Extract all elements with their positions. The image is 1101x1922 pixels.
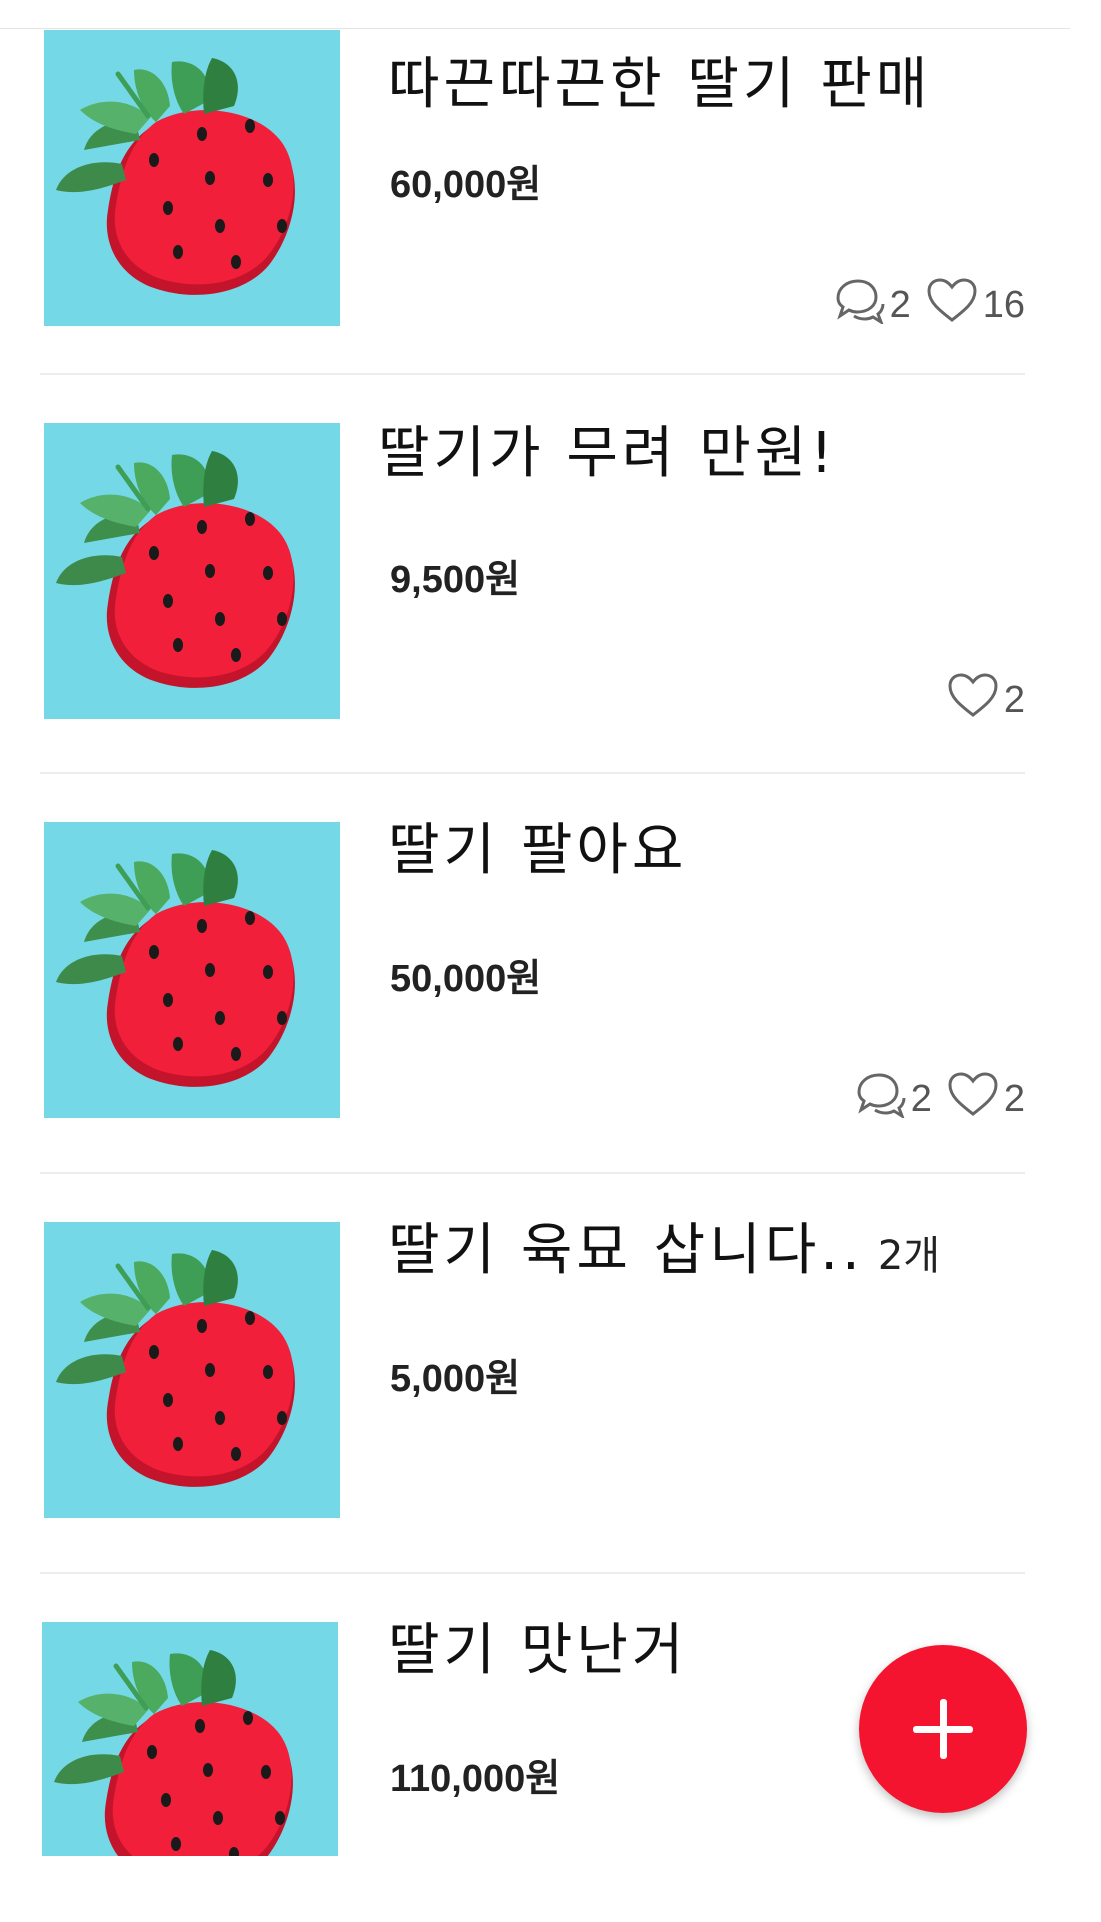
listing-stats: 2 2 <box>839 1072 1025 1124</box>
comment-icon <box>832 276 890 334</box>
strawberry-icon <box>44 423 340 719</box>
listing-item[interactable]: 딸기가 무려 만원! 9,500원 2 <box>40 421 1025 725</box>
like-count: 16 <box>925 276 1025 334</box>
listing-divider <box>40 1572 1025 1574</box>
strawberry-icon <box>44 822 340 1118</box>
comment-count: 2 <box>832 276 911 334</box>
listing-item[interactable]: 딸기 육묘 삽니다.. 2개 5,000원 <box>40 1218 1025 1522</box>
listing-price: 5,000원 <box>390 1358 521 1400</box>
listing-price: 60,000원 <box>390 164 542 206</box>
listing-thumbnail <box>44 822 340 1118</box>
listing-thumbnail <box>42 1622 338 1856</box>
heart-icon <box>925 276 983 334</box>
like-count: 2 <box>946 1070 1025 1128</box>
listing-thumbnail <box>44 1222 340 1518</box>
listing-price: 50,000원 <box>390 958 542 1000</box>
listing-title: 딸기 육묘 삽니다.. 2개 <box>388 1218 941 1283</box>
listing-divider <box>40 772 1025 774</box>
listing-divider <box>40 1172 1025 1174</box>
strawberry-icon <box>42 1622 338 1856</box>
listing-thumbnail <box>44 423 340 719</box>
listing-title: 딸기 팔아요 <box>388 818 688 883</box>
comment-count: 2 <box>853 1070 932 1128</box>
like-count: 2 <box>946 671 1025 729</box>
strawberry-icon <box>44 30 340 326</box>
listing-divider <box>40 373 1025 375</box>
listing-item[interactable]: 딸기 팔아요 50,000원 2 2 <box>40 818 1025 1124</box>
add-listing-button[interactable] <box>859 1645 1027 1813</box>
listing-stats: 2 16 <box>818 278 1025 330</box>
heart-icon <box>946 671 1004 729</box>
listing-price: 110,000원 <box>390 1758 561 1800</box>
listing-title: 딸기가 무려 만원! <box>378 421 837 486</box>
plus-icon <box>913 1699 973 1759</box>
heart-icon <box>946 1070 1004 1128</box>
listing-item[interactable]: 따끈따끈한 딸기 판매 60,000원 2 16 <box>40 30 1025 330</box>
comment-icon <box>853 1070 911 1128</box>
listing-thumbnail <box>44 30 340 326</box>
listing-title: 따끈따끈한 딸기 판매 <box>388 52 932 117</box>
listing-price: 9,500원 <box>390 559 521 601</box>
top-divider <box>0 28 1070 29</box>
listing-stats: 2 <box>932 673 1025 725</box>
listing-quantity: 2개 <box>877 1233 941 1279</box>
strawberry-icon <box>44 1222 340 1518</box>
listing-title: 딸기 맛난거 <box>388 1618 688 1683</box>
